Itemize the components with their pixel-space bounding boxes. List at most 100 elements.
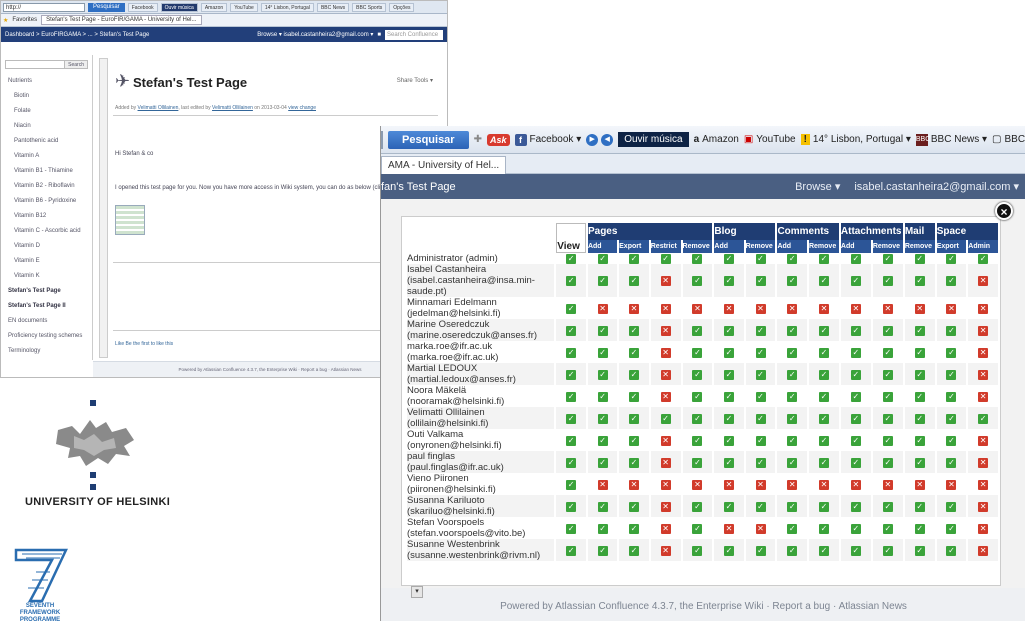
- sidebar-item[interactable]: Pantothenic acid: [1, 134, 92, 149]
- sidebar-item[interactable]: Stefan's Test Page II: [1, 299, 92, 314]
- browser-tab[interactable]: Stefan's Test Page - EuroFIR/GAMA - Univ…: [41, 15, 202, 25]
- permission-cell: ✓: [587, 407, 618, 429]
- check-icon: ✓: [628, 413, 639, 424]
- permission-cell: ✓: [905, 341, 935, 363]
- search-button[interactable]: Pesquisar: [88, 2, 125, 12]
- cross-icon: ✕: [628, 479, 639, 490]
- group-header: Pages: [587, 223, 713, 240]
- sidebar-item[interactable]: Vitamin B1 - Thiamine: [1, 164, 92, 179]
- check-icon: ✓: [723, 457, 734, 468]
- sidebar-item[interactable]: Biotin: [1, 89, 92, 104]
- toolbar-weather[interactable]: ! 14° Lisbon, Portugal ▾: [800, 134, 911, 145]
- check-icon: ✓: [597, 545, 608, 556]
- check-icon: ✓: [850, 276, 861, 286]
- cross-icon: ✕: [978, 545, 989, 556]
- user-cell: marka.roe@ifr.ac.uk (marka.roe@ifr.ac.uk…: [407, 341, 499, 363]
- check-icon: ✓: [692, 523, 703, 534]
- university-name: UNIVERSITY OF HELSINKI: [25, 496, 171, 508]
- permission-cell: ✕: [588, 297, 617, 319]
- table-row: Noora Mäkelä (nooramak@helsinki.fi) ✓ ✓ ✓ ✕ ✓…: [407, 385, 998, 407]
- sidebar-item[interactable]: Terminology: [1, 344, 92, 359]
- browser-tab[interactable]: AMA - University of Hel...: [381, 155, 507, 174]
- check-icon: ✓: [723, 254, 734, 264]
- sidebar-item[interactable]: Vitamin A: [1, 149, 92, 164]
- plus-icon[interactable]: ✚: [474, 134, 482, 145]
- breadcrumb[interactable]: Dashboard > EuroFIRGAMA > ... > Stefan's…: [5, 32, 149, 38]
- sidebar-item[interactable]: Vitamin D: [1, 239, 92, 254]
- permission-cell: ✓: [587, 539, 618, 561]
- favorites-bar: ★ Favorites Stefan's Test Page - EuroFIR…: [1, 14, 447, 27]
- user-menu[interactable]: isabel.castanheira2@gmail.com ▾: [854, 180, 1019, 193]
- toolbar-item-bbc-sports[interactable]: BBC Sports: [352, 2, 387, 12]
- toolbar-item-options[interactable]: Opções: [389, 2, 415, 12]
- view-change-link[interactable]: view change: [288, 105, 316, 111]
- address-bar[interactable]: [381, 130, 383, 149]
- browse-menu[interactable]: Browse ▾: [795, 180, 840, 193]
- star-icon[interactable]: ★: [3, 17, 8, 24]
- toolbar-item-amazon[interactable]: Amazon: [200, 2, 228, 12]
- address-bar[interactable]: http://: [3, 2, 85, 12]
- cross-icon: ✕: [978, 325, 989, 336]
- sidebar-item[interactable]: Folate: [1, 104, 92, 119]
- cross-icon: ✕: [692, 303, 703, 314]
- sidebar-item[interactable]: Niacin: [1, 119, 92, 134]
- scroll-down-icon[interactable]: ▾: [411, 586, 423, 598]
- page-title-nav[interactable]: fan's Test Page: [381, 181, 456, 193]
- toolbar-item-bbc-news[interactable]: BBC News: [316, 2, 350, 12]
- permission-cell: ✓: [714, 495, 744, 517]
- sidebar-item[interactable]: Vitamin E: [1, 254, 92, 269]
- sidebar-item[interactable]: Vitamin K: [1, 269, 92, 284]
- toolbar-bbc-news[interactable]: BBC BBC News ▾: [915, 133, 987, 146]
- ask-icon[interactable]: Ask: [486, 133, 510, 146]
- sidebar-item[interactable]: Nutrients: [1, 74, 92, 89]
- table-row: Susanne Westenbrink (susanne.westenbrink…: [407, 539, 998, 561]
- sidebar-search-input[interactable]: Search: [5, 60, 88, 69]
- check-icon: ✓: [946, 347, 957, 358]
- author-link[interactable]: Velimatti Ollilainen: [138, 105, 179, 111]
- toolbar-item-weather[interactable]: 14° Lisbon, Portugal: [260, 2, 314, 12]
- sidebar-item[interactable]: Stefan's Test Page: [1, 284, 92, 299]
- permission-cell: ✓: [809, 429, 839, 451]
- sidebar-item[interactable]: Proficiency testing schemes: [1, 329, 92, 344]
- user-cell: Isabel Castanheira (isabel.castanheira@i…: [407, 264, 555, 297]
- ouvir-musica-field[interactable]: Ouvir música: [618, 132, 689, 147]
- sidebar-item[interactable]: EN documents: [1, 314, 92, 329]
- check-icon: ✓: [566, 325, 577, 336]
- sub-column-header: Remove: [682, 240, 713, 253]
- permissions-thumbnail[interactable]: [115, 205, 145, 235]
- toolbar-item-ouvir[interactable]: Ouvir música: [160, 2, 198, 12]
- play-icon[interactable]: ▶: [586, 133, 599, 146]
- check-icon: ✓: [660, 413, 671, 424]
- check-icon: ✓: [566, 545, 577, 556]
- toolbar-amazon[interactable]: a Amazon: [694, 134, 739, 145]
- permission-cell: ✕: [714, 473, 743, 495]
- toolbar-youtube[interactable]: ▣ YouTube: [744, 134, 796, 145]
- toolbar-bbc-sports[interactable]: ▢BBC Sports ▾: [992, 134, 1025, 145]
- sidebar-scrollbar[interactable]: [99, 58, 108, 358]
- toolbar-item-facebook[interactable]: Facebook: [127, 2, 158, 12]
- editor-link[interactable]: Velimatti Ollilainen: [212, 105, 253, 111]
- sidebar-item[interactable]: Vitamin B6 - Pyridoxine: [1, 194, 92, 209]
- search-icon[interactable]: ■: [377, 32, 381, 38]
- small-browser-toolbar: http:// Pesquisar Facebook Ouvir música …: [1, 1, 447, 14]
- permission-cell: ✓: [619, 517, 649, 539]
- table-row: Outi Valkama (onyronen@helsinki.fi) ✓ ✓ ✓ ✕ ✓…: [407, 429, 998, 451]
- share-tools-menu[interactable]: Share Tools ▾: [397, 77, 433, 84]
- sidebar-item[interactable]: Vitamin B12: [1, 209, 92, 224]
- search-button[interactable]: Pesquisar: [388, 130, 469, 149]
- check-icon: ✓: [692, 457, 703, 468]
- permission-cell: ✓: [905, 517, 935, 539]
- favorites-label[interactable]: Favorites: [12, 17, 37, 23]
- greeting-text: Hi Stefan & co: [115, 151, 154, 157]
- search-input[interactable]: Search Confluence: [385, 29, 443, 40]
- check-icon: ✓: [946, 435, 957, 446]
- sidebar-search-button[interactable]: Search: [64, 61, 87, 68]
- user-menu[interactable]: Browse ▾ isabel.castanheira2@gmail.com ▾: [257, 31, 373, 38]
- close-icon[interactable]: ×: [995, 202, 1013, 220]
- volume-icon[interactable]: ◀: [601, 133, 614, 146]
- toolbar-facebook[interactable]: f Facebook ▾: [514, 133, 581, 146]
- sidebar-item[interactable]: Vitamin B2 - Riboflavin: [1, 179, 92, 194]
- toolbar-item-youtube[interactable]: YouTube: [230, 2, 258, 12]
- sidebar-item[interactable]: Vitamin C - Ascorbic acid: [1, 224, 92, 239]
- like-link[interactable]: Like Be the first to like this: [115, 341, 173, 347]
